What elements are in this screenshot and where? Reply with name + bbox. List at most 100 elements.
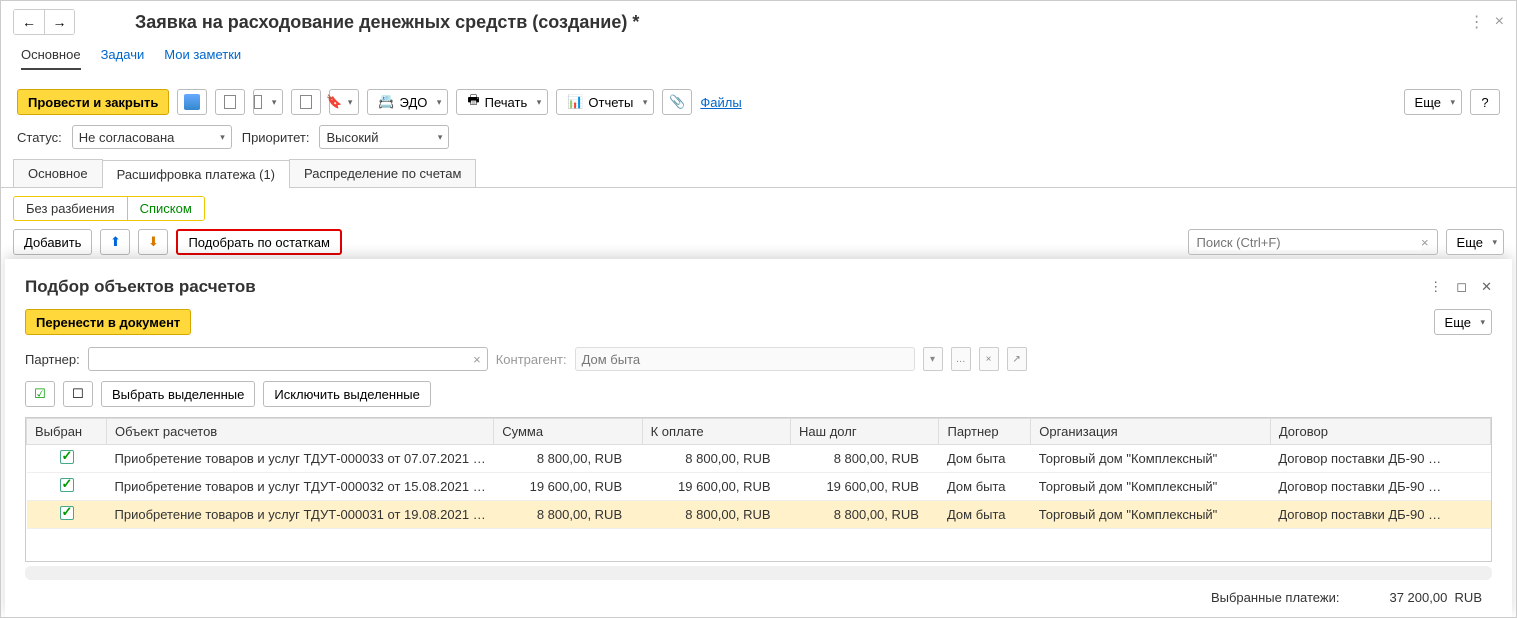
partner-input[interactable]: × — [88, 347, 488, 371]
post-close-button[interactable]: Провести и закрыть — [17, 89, 169, 115]
create-based-button[interactable] — [253, 89, 283, 115]
status-select[interactable]: Не согласована — [72, 125, 232, 149]
tag-button[interactable]: 🔖 — [329, 89, 359, 115]
contractor-input: Дом быта — [575, 347, 915, 371]
table-row[interactable]: Приобретение товаров и услуг ТДУТ-000032… — [27, 473, 1491, 501]
col-selected[interactable]: Выбран — [27, 419, 107, 445]
cell-contract: Договор поставки ДБ-90 … — [1270, 445, 1490, 473]
add-button[interactable]: Добавить — [13, 229, 92, 255]
h-scrollbar[interactable] — [25, 566, 1492, 580]
priority-select[interactable]: Высокий — [319, 125, 449, 149]
col-org[interactable]: Организация — [1031, 419, 1271, 445]
col-topay[interactable]: К оплате — [642, 419, 790, 445]
partner-label: Партнер: — [25, 352, 80, 367]
footer-amount: 37 200,00 — [1389, 590, 1447, 605]
cell-object: Приобретение товаров и услуг ТДУТ-000033… — [107, 445, 494, 473]
edo-button[interactable]: 📇 ЭДО — [367, 89, 448, 115]
col-contract[interactable]: Договор — [1270, 419, 1490, 445]
pill-nosplit[interactable]: Без разбиения — [14, 197, 127, 220]
print-label: Печать — [485, 95, 528, 110]
cell-object: Приобретение товаров и услуг ТДУТ-000031… — [107, 501, 494, 529]
cell-topay: 8 800,00, RUB — [642, 501, 790, 529]
contractor-value: Дом быта — [582, 352, 641, 367]
exclude-highlighted-button[interactable]: Исключить выделенные — [263, 381, 430, 407]
search-input[interactable]: × — [1188, 229, 1438, 255]
pill-list[interactable]: Списком — [127, 197, 204, 220]
tab-alloc[interactable]: Распределение по счетам — [289, 159, 476, 187]
row-checkbox[interactable] — [60, 450, 74, 464]
col-partner[interactable]: Партнер — [939, 419, 1031, 445]
contractor-clear-button[interactable]: × — [979, 347, 999, 371]
tab-details[interactable]: Расшифровка платежа (1) — [102, 160, 290, 188]
check-all-icon: ☑ — [34, 386, 46, 402]
table-row[interactable]: Приобретение товаров и услуг ТДУТ-000033… — [27, 445, 1491, 473]
close-icon[interactable]: × — [1495, 13, 1504, 31]
pick-by-balance-button[interactable]: Подобрать по остаткам — [176, 229, 342, 255]
panel-kebab-icon[interactable]: ⋮ — [1429, 279, 1442, 295]
priority-value: Высокий — [326, 130, 378, 145]
row-checkbox[interactable] — [60, 478, 74, 492]
cell-sum: 8 800,00, RUB — [494, 445, 642, 473]
tab-main[interactable]: Основное — [13, 159, 103, 187]
cell-partner: Дом быта — [939, 501, 1031, 529]
col-object[interactable]: Объект расчетов — [107, 419, 494, 445]
cell-partner: Дом быта — [939, 473, 1031, 501]
tag-icon: 🔖 — [326, 94, 342, 110]
arrow-down-icon: ⬇ — [148, 234, 159, 250]
nav-back-button[interactable] — [14, 10, 44, 34]
post-icon — [224, 95, 236, 109]
move-down-button[interactable]: ⬇ — [138, 229, 168, 255]
transfer-button[interactable]: Перенести в документ — [25, 309, 191, 335]
priority-label: Приоритет: — [242, 130, 310, 145]
row-checkbox[interactable] — [60, 506, 74, 520]
col-debt[interactable]: Наш долг — [791, 419, 939, 445]
search-field[interactable] — [1197, 235, 1421, 250]
contractor-open-button[interactable]: ↗ — [1007, 347, 1027, 371]
reports-label: Отчеты — [588, 95, 633, 110]
subnav-main[interactable]: Основное — [21, 47, 81, 70]
files-link[interactable]: Файлы — [700, 95, 741, 110]
row-more-button[interactable]: Еще — [1446, 229, 1504, 255]
arrow-up-icon: ⬆ — [110, 234, 121, 250]
cell-debt: 8 800,00, RUB — [791, 445, 939, 473]
subnav-tasks[interactable]: Задачи — [101, 47, 145, 70]
contractor-label: Контрагент: — [496, 352, 567, 367]
status-label: Статус: — [17, 130, 62, 145]
subnav-notes[interactable]: Мои заметки — [164, 47, 241, 70]
cell-contract: Договор поставки ДБ-90 … — [1270, 473, 1490, 501]
kebab-icon[interactable]: ⋮ — [1469, 12, 1485, 32]
panel-close-icon[interactable]: ✕ — [1481, 279, 1492, 295]
attach-button[interactable] — [662, 89, 692, 115]
structure-button[interactable] — [291, 89, 321, 115]
status-value: Не согласована — [79, 130, 175, 145]
post-button[interactable] — [215, 89, 245, 115]
reports-button[interactable]: 📊 Отчеты — [556, 89, 654, 115]
print-button[interactable]: 🖶 Печать — [456, 89, 548, 115]
footer-label: Выбранные платежи: — [1211, 590, 1340, 605]
nav-forward-button[interactable] — [44, 10, 74, 34]
cell-topay: 19 600,00, RUB — [642, 473, 790, 501]
uncheck-all-button[interactable]: ☐ — [63, 381, 93, 407]
panel-maximize-icon[interactable]: ◻ — [1456, 279, 1467, 295]
cell-org: Торговый дом "Комплексный" — [1031, 445, 1271, 473]
panel-more-button[interactable]: Еще — [1434, 309, 1492, 335]
move-up-button[interactable]: ⬆ — [100, 229, 130, 255]
cell-topay: 8 800,00, RUB — [642, 445, 790, 473]
search-clear-icon[interactable]: × — [1421, 235, 1429, 250]
cell-debt: 19 600,00, RUB — [791, 473, 939, 501]
cell-sum: 8 800,00, RUB — [494, 501, 642, 529]
footer-currency: RUB — [1455, 590, 1482, 605]
partner-clear-icon[interactable]: × — [473, 352, 481, 367]
save-button[interactable] — [177, 89, 207, 115]
table-row[interactable]: Приобретение товаров и услуг ТДУТ-000031… — [27, 501, 1491, 529]
objects-table[interactable]: Выбран Объект расчетов Сумма К оплате На… — [25, 417, 1492, 562]
save-icon — [184, 94, 200, 110]
more-button[interactable]: Еще — [1404, 89, 1462, 115]
arrow-left-icon — [22, 14, 36, 30]
check-all-button[interactable]: ☑ — [25, 381, 55, 407]
contractor-ellipsis-button[interactable]: … — [951, 347, 971, 371]
contractor-dropdown-button[interactable]: ▾ — [923, 347, 943, 371]
col-sum[interactable]: Сумма — [494, 419, 642, 445]
help-button[interactable]: ? — [1470, 89, 1500, 115]
select-highlighted-button[interactable]: Выбрать выделенные — [101, 381, 255, 407]
